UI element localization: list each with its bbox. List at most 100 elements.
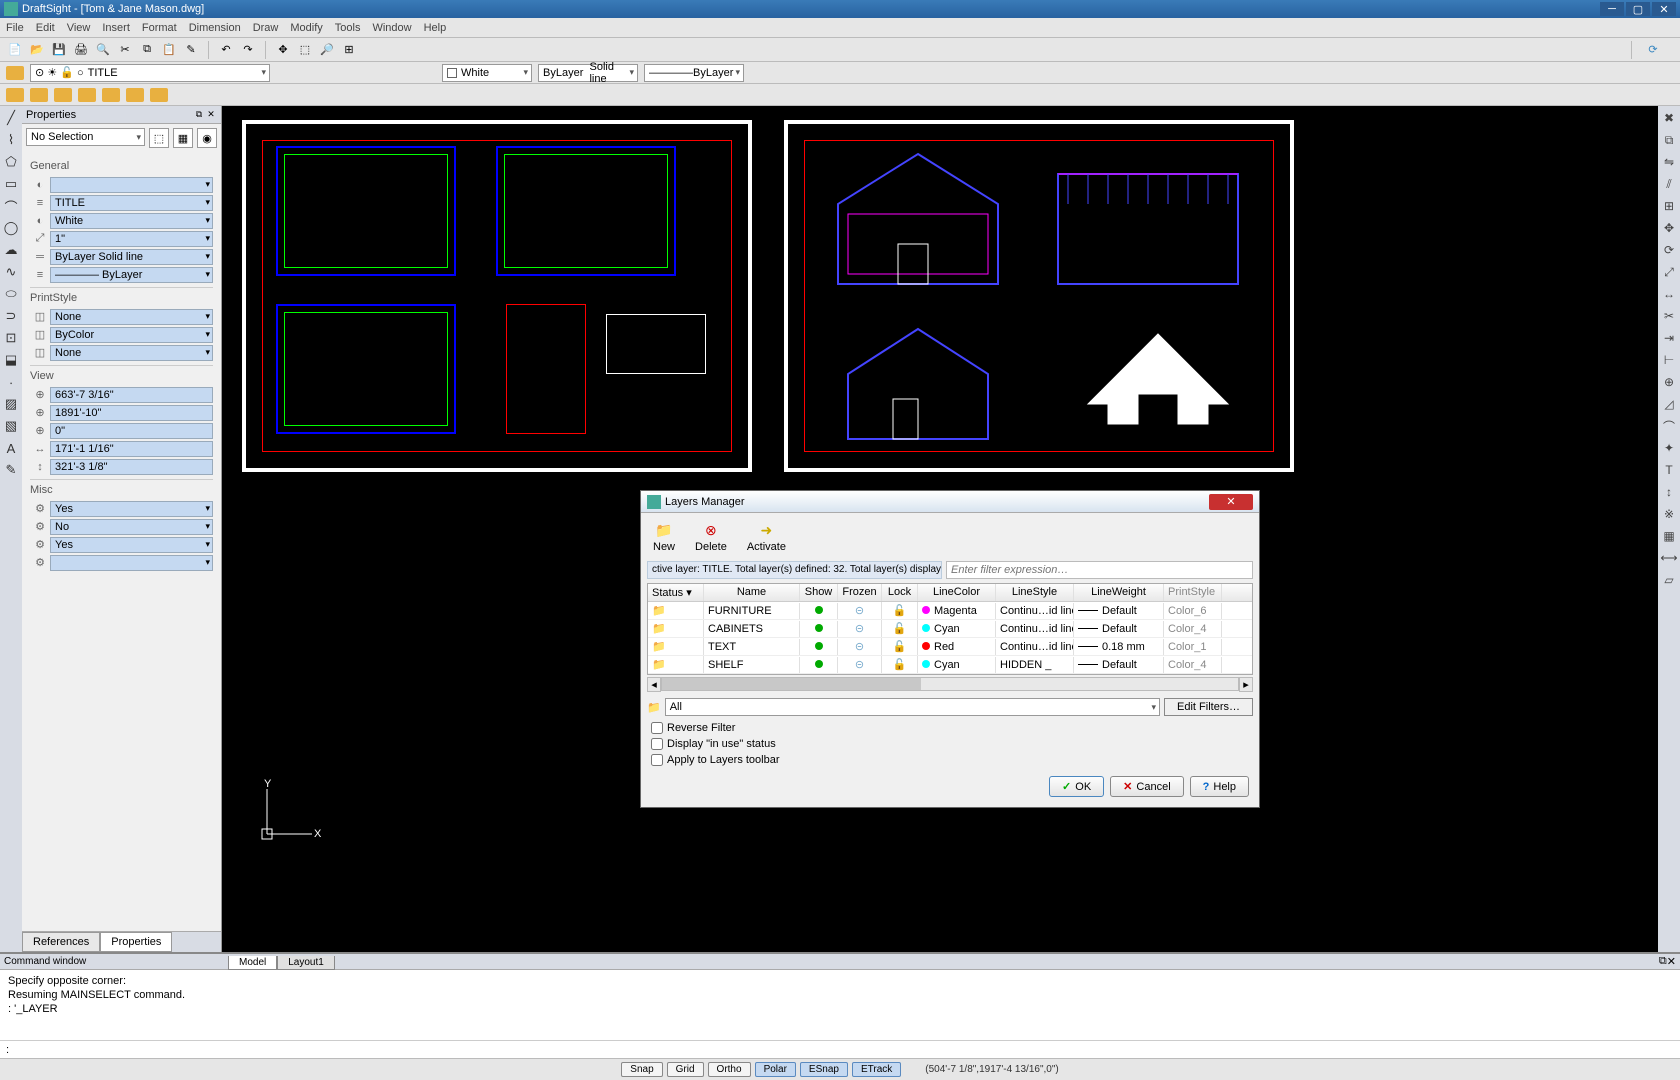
- linepattern-combo[interactable]: ByLayer Solid line: [538, 64, 638, 82]
- note-icon[interactable]: ✎: [3, 462, 19, 478]
- fillet-icon[interactable]: ⌒: [1661, 418, 1677, 434]
- revcloud-icon[interactable]: ☁: [3, 242, 19, 258]
- rectangle-icon[interactable]: ▭: [3, 176, 19, 192]
- new-layer-button[interactable]: 📁 New: [653, 521, 675, 553]
- layer-state-icon[interactable]: [6, 88, 24, 102]
- rotate-icon[interactable]: ⟳: [1661, 242, 1677, 258]
- layer-state-icon[interactable]: [78, 88, 96, 102]
- lineweight-combo[interactable]: ———— ByLayer: [644, 64, 744, 82]
- text-icon[interactable]: A: [3, 440, 19, 456]
- mirror-icon[interactable]: ⇋: [1661, 154, 1677, 170]
- grid-toggle[interactable]: Grid: [667, 1062, 704, 1077]
- prop-misc2[interactable]: No: [50, 519, 213, 535]
- save-icon[interactable]: 💾: [50, 41, 68, 59]
- prop-layer[interactable]: TITLE: [50, 195, 213, 211]
- edit-filters-button[interactable]: Edit Filters…: [1164, 698, 1253, 716]
- viewport-plans[interactable]: [242, 120, 752, 472]
- tab-layout1[interactable]: Layout1: [277, 956, 335, 970]
- menu-format[interactable]: Format: [142, 22, 177, 34]
- col-frozen[interactable]: Frozen: [838, 584, 882, 601]
- hatch-icon[interactable]: ▨: [3, 396, 19, 412]
- ellipse-icon[interactable]: ⬭: [3, 286, 19, 302]
- snap-toggle[interactable]: Snap: [621, 1062, 662, 1077]
- stretch-icon[interactable]: ↔: [1661, 286, 1677, 302]
- prop-misc1[interactable]: Yes: [50, 501, 213, 517]
- minimize-button[interactable]: ─: [1600, 2, 1624, 16]
- dock-cmd-icon[interactable]: ⧉: [1659, 955, 1667, 968]
- col-status[interactable]: Status ▾: [648, 584, 704, 601]
- col-name[interactable]: Name: [704, 584, 800, 601]
- close-cmd-icon[interactable]: ✕: [1667, 955, 1676, 968]
- prop-color[interactable]: [50, 177, 213, 193]
- table-icon[interactable]: ▦: [1661, 528, 1677, 544]
- hscrollbar[interactable]: [661, 677, 1239, 691]
- make-block-icon[interactable]: ⬓: [3, 352, 19, 368]
- layer-row[interactable]: 📁FURNITURE⊝🔓MagentaContinu…id lineDefaul…: [648, 602, 1252, 620]
- pencil-icon[interactable]: ✎: [182, 41, 200, 59]
- tab-references[interactable]: References: [22, 932, 100, 952]
- polyline-icon[interactable]: ⌇: [3, 132, 19, 148]
- prop-linecolor[interactable]: White: [50, 213, 213, 229]
- copy-entity-icon[interactable]: ⧉: [1661, 132, 1677, 148]
- trim-icon[interactable]: ✂: [1661, 308, 1677, 324]
- undo-icon[interactable]: ↶: [217, 41, 235, 59]
- prop-misc3[interactable]: Yes: [50, 537, 213, 553]
- redo-icon[interactable]: ↷: [239, 41, 257, 59]
- col-lineweight[interactable]: LineWeight: [1074, 584, 1164, 601]
- filter-combo[interactable]: All: [665, 698, 1160, 716]
- activate-layer-button[interactable]: ➜ Activate: [747, 521, 786, 553]
- point-icon[interactable]: ∙: [3, 374, 19, 390]
- col-show[interactable]: Show: [800, 584, 838, 601]
- open-icon[interactable]: 📂: [28, 41, 46, 59]
- spline-icon[interactable]: ∿: [3, 264, 19, 280]
- prop-ps2[interactable]: ByColor: [50, 327, 213, 343]
- delete-layer-button[interactable]: ⊗ Delete: [695, 521, 727, 553]
- erase-icon[interactable]: ✖: [1661, 110, 1677, 126]
- chamfer-icon[interactable]: ◿: [1661, 396, 1677, 412]
- layer-manager-icon[interactable]: [6, 66, 24, 80]
- polar-toggle[interactable]: Polar: [755, 1062, 796, 1077]
- layer-state-icon[interactable]: [102, 88, 120, 102]
- menu-draw[interactable]: Draw: [253, 22, 279, 34]
- esnap-toggle[interactable]: ESnap: [800, 1062, 848, 1077]
- menu-edit[interactable]: Edit: [36, 22, 55, 34]
- col-linecolor[interactable]: LineColor: [918, 584, 996, 601]
- circle-icon[interactable]: ◯: [3, 220, 19, 236]
- scale-icon[interactable]: ⤢: [1661, 264, 1677, 280]
- area-icon[interactable]: ▱: [1661, 572, 1677, 588]
- weld-icon[interactable]: ⊕: [1661, 374, 1677, 390]
- menu-view[interactable]: View: [67, 22, 91, 34]
- ellipse-arc-icon[interactable]: ⊃: [3, 308, 19, 324]
- tab-model[interactable]: Model: [228, 956, 277, 970]
- filter-input[interactable]: [946, 561, 1253, 579]
- maximize-button[interactable]: ▢: [1626, 2, 1650, 16]
- prop-linestyle[interactable]: ByLayer Solid line: [50, 249, 213, 265]
- refresh-icon[interactable]: ⟳: [1644, 41, 1662, 59]
- ortho-toggle[interactable]: Ortho: [708, 1062, 751, 1077]
- menu-file[interactable]: File: [6, 22, 24, 34]
- help-button[interactable]: ?Help: [1190, 776, 1249, 797]
- apply-toolbar-checkbox[interactable]: [651, 754, 663, 766]
- menu-dimension[interactable]: Dimension: [189, 22, 241, 34]
- quick-select-icon[interactable]: ⬚: [149, 128, 169, 148]
- close-panel-icon[interactable]: ✕: [205, 109, 217, 121]
- text-style-icon[interactable]: T: [1661, 462, 1677, 478]
- pan-icon[interactable]: ✥: [274, 41, 292, 59]
- toggle-pickadd-icon[interactable]: ◉: [197, 128, 217, 148]
- prop-view-y[interactable]: 1891'-10": [50, 405, 213, 421]
- layer-row[interactable]: 📁TEXT⊝🔓RedContinu…id line0.18 mmColor_1: [648, 638, 1252, 656]
- prop-view-w[interactable]: 171'-1 1/16": [50, 441, 213, 457]
- layer-state-icon[interactable]: [150, 88, 168, 102]
- cancel-button[interactable]: ✕Cancel: [1110, 776, 1183, 797]
- menu-modify[interactable]: Modify: [290, 22, 322, 34]
- ok-button[interactable]: ✓OK: [1049, 776, 1104, 797]
- print-icon[interactable]: 🖨: [72, 41, 90, 59]
- prop-ps1[interactable]: None: [50, 309, 213, 325]
- preview-icon[interactable]: 🔍: [94, 41, 112, 59]
- menu-window[interactable]: Window: [372, 22, 411, 34]
- inuse-checkbox[interactable]: [651, 738, 663, 750]
- menu-tools[interactable]: Tools: [335, 22, 361, 34]
- close-button[interactable]: ✕: [1652, 2, 1676, 16]
- distance-icon[interactable]: ⟷: [1661, 550, 1677, 566]
- dock-icon[interactable]: ⧉: [193, 109, 205, 121]
